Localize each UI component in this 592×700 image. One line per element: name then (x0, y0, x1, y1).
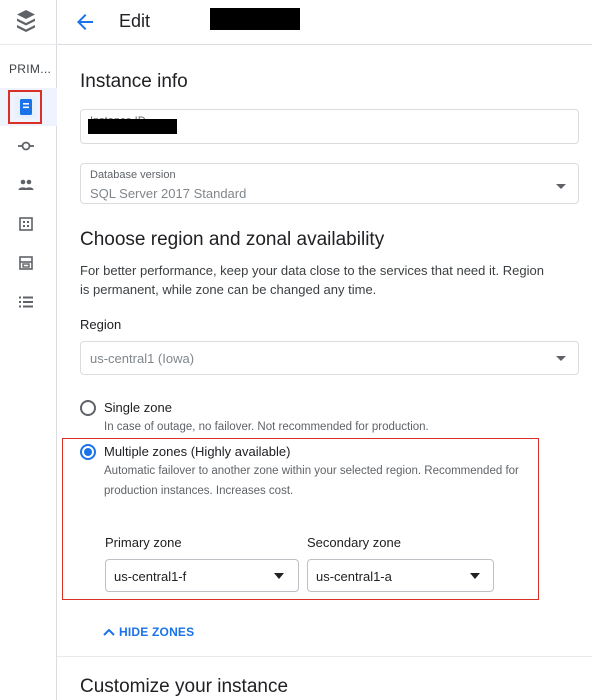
section-divider (57, 656, 592, 657)
primary-zone-label: Primary zone (105, 535, 182, 550)
left-nav-rail: PRIM... (0, 0, 57, 700)
dropdown-caret-icon (556, 184, 566, 189)
overview-icon[interactable] (8, 90, 42, 124)
instance-info-heading: Instance info (80, 71, 188, 92)
hide-zones-button[interactable]: HIDE ZONES (103, 625, 194, 639)
customize-heading: Customize your instance (80, 676, 289, 697)
single-zone-radio[interactable] (80, 400, 96, 416)
redacted-instance-name (210, 8, 300, 30)
region-select: us-central1 (Iowa) (80, 341, 579, 375)
secondary-zone-select[interactable]: us-central1-a (307, 559, 494, 592)
region-value: us-central1 (Iowa) (90, 351, 195, 366)
back-arrow-icon[interactable] (73, 10, 97, 34)
primary-zone-select[interactable]: us-central1-f (105, 559, 299, 592)
multiple-zones-label[interactable]: Multiple zones (Highly available) (104, 444, 290, 459)
connections-icon[interactable] (15, 135, 37, 157)
backups-icon[interactable] (15, 252, 37, 274)
cloud-sql-logo-icon[interactable] (14, 8, 38, 34)
database-version-label: Database version (90, 169, 176, 181)
page-title: Edit (119, 11, 151, 31)
secondary-zone-label: Secondary zone (307, 535, 401, 550)
chevron-up-icon (103, 628, 115, 636)
database-version-select: Database version SQL Server 2017 Standar… (80, 163, 579, 204)
region-label: Region (80, 317, 122, 332)
redacted-instance-id (88, 119, 177, 134)
dropdown-caret-icon (556, 356, 566, 361)
database-version-value: SQL Server 2017 Standard (90, 186, 247, 201)
users-icon[interactable] (15, 174, 37, 196)
region-description: For better performance, keep your data c… (80, 263, 544, 297)
hide-zones-label: HIDE ZONES (119, 625, 195, 639)
dropdown-caret-icon (470, 573, 480, 579)
multiple-zones-description: Automatic failover to another zone withi… (104, 465, 519, 497)
rail-divider (0, 44, 57, 45)
highlight-box (8, 90, 42, 124)
dropdown-caret-icon (274, 573, 284, 579)
single-zone-description: In case of outage, no failover. Not reco… (104, 421, 429, 433)
operations-icon[interactable] (15, 291, 37, 313)
top-bar: Edit (57, 0, 592, 45)
multiple-zones-radio[interactable] (80, 444, 96, 460)
secondary-zone-value: us-central1-a (316, 569, 392, 584)
primary-zone-value: us-central1-f (114, 569, 187, 584)
databases-icon[interactable] (15, 213, 37, 235)
single-zone-label[interactable]: Single zone (104, 400, 172, 415)
rail-section-label: PRIM... (9, 62, 52, 76)
region-heading: Choose region and zonal availability (80, 229, 385, 250)
